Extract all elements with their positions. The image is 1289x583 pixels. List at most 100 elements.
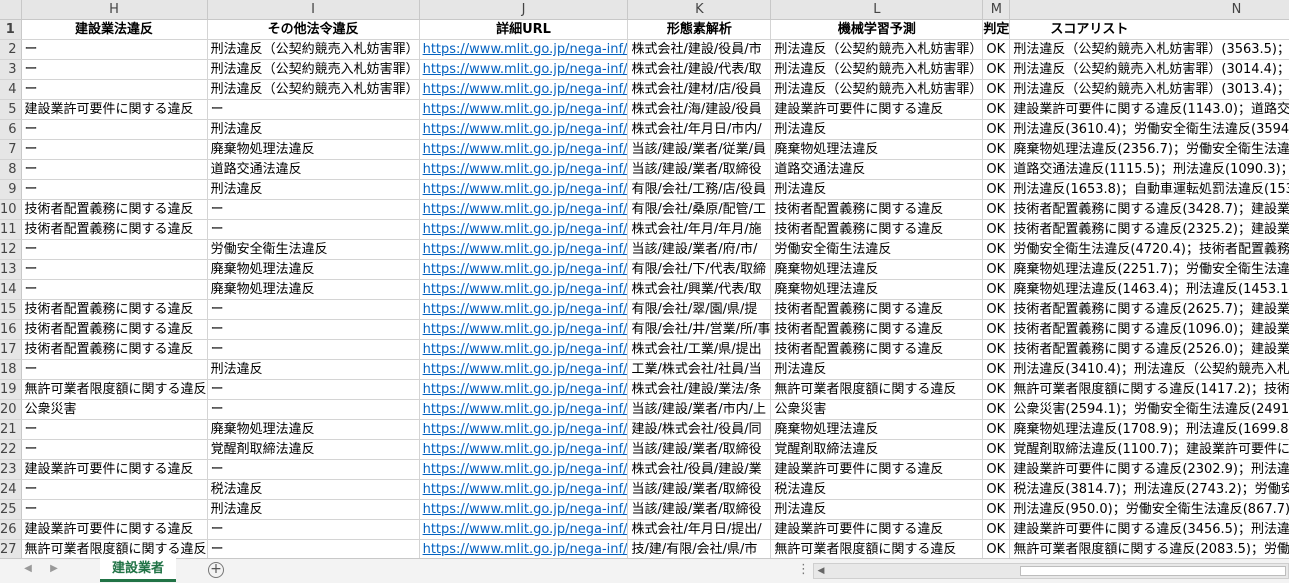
cell[interactable]: 刑法違反（公契約競売入札妨害罪）(3014.4)；刑法違反(2502.5) xyxy=(1009,59,1289,80)
cell[interactable]: 技術者配置義務に関する違反 xyxy=(770,319,984,340)
cell[interactable]: 技術者配置義務に関する違反(3428.7)；建設業許可要件に関する違反 xyxy=(1009,199,1289,220)
cell[interactable]: 税法違反(3814.7)；刑法違反(2743.2)；労働安全衛生法違反(21 xyxy=(1009,479,1289,500)
cell[interactable]: 建設業許可要件に関する違反 xyxy=(21,99,208,120)
cell[interactable]: ー xyxy=(207,199,420,220)
cell[interactable]: 公衆災害 xyxy=(21,399,208,420)
cell[interactable]: 刑法違反（公契約競売入札妨害罪） xyxy=(770,59,984,80)
row-number[interactable]: 6 xyxy=(0,119,22,140)
sheet-tab-active[interactable]: 建設業者 xyxy=(100,558,176,582)
url-cell[interactable]: https://www.mlit.go.jp/nega-inf/ xyxy=(419,219,629,240)
row-number[interactable]: 25 xyxy=(0,499,22,520)
cell[interactable]: 技術者配置義務に関する違反(2526.0)；建設業許可要件に関する違反 xyxy=(1009,339,1289,360)
cell[interactable]: ー xyxy=(21,79,208,100)
row-number[interactable]: 19 xyxy=(0,379,22,400)
cell[interactable]: 廃棄物処理法違反 xyxy=(207,259,420,280)
cell[interactable]: OK xyxy=(982,319,1011,340)
row-number[interactable]: 16 xyxy=(0,319,22,340)
cell[interactable]: 労働安全衛生法違反 xyxy=(207,239,420,260)
row-number[interactable]: 21 xyxy=(0,419,22,440)
cell[interactable]: 有限/会社/井/営業/所/事 xyxy=(627,319,772,340)
cell[interactable]: OK xyxy=(982,279,1011,300)
triangle-right-icon[interactable]: ▶ xyxy=(46,563,62,574)
cell[interactable]: 無許可業者限度額に関する違反(1417.2)；技術者配置義務に関する違反 xyxy=(1009,379,1289,400)
cell[interactable]: 技術者配置義務に関する違反 xyxy=(21,299,208,320)
cell[interactable]: ー xyxy=(21,119,208,140)
cell[interactable]: 建設業許可要件に関する違反 xyxy=(21,459,208,480)
cell[interactable]: 当該/建設/業者/取締役 xyxy=(627,159,772,180)
cell[interactable]: 刑法違反（公契約競売入札妨害罪） xyxy=(207,59,420,80)
row-number[interactable]: 14 xyxy=(0,279,22,300)
url-cell[interactable]: https://www.mlit.go.jp/nega-inf/ xyxy=(419,239,629,260)
cell[interactable]: ー xyxy=(21,419,208,440)
horizontal-scrollbar[interactable]: ◀ xyxy=(813,563,1289,579)
row-number[interactable]: 22 xyxy=(0,439,22,460)
cell[interactable]: 建設業許可要件に関する違反(2302.9)；刑法違反(2203.8)；道路交通法… xyxy=(1009,459,1289,480)
cell[interactable]: 技術者配置義務に関する違反 xyxy=(770,219,984,240)
url-cell[interactable]: https://www.mlit.go.jp/nega-inf/ xyxy=(419,159,629,180)
row-number[interactable]: 23 xyxy=(0,459,22,480)
cell[interactable]: 当該/建設/業者/取締役 xyxy=(627,439,772,460)
column-header-i[interactable]: I xyxy=(207,0,420,20)
url-cell[interactable]: https://www.mlit.go.jp/nega-inf/ xyxy=(419,499,629,520)
cell[interactable]: 技術者配置義務に関する違反(2325.2)；建設業許可要件に関する違反 xyxy=(1009,219,1289,240)
cell[interactable]: 廃棄物処理法違反 xyxy=(770,279,984,300)
cell[interactable]: 無許可業者限度額に関する違反(2083.5)；労働安全衛生法違反 xyxy=(1009,539,1289,558)
cell[interactable]: 工業/株式会社/社員/当 xyxy=(627,359,772,380)
cell[interactable]: 廃棄物処理法違反 xyxy=(207,279,420,300)
cell[interactable]: 当該/建設/業者/府/市/ xyxy=(627,239,772,260)
cell[interactable]: 株式会社/建材/店/役員 xyxy=(627,79,772,100)
row-number[interactable]: 11 xyxy=(0,219,22,240)
url-cell[interactable]: https://www.mlit.go.jp/nega-inf/ xyxy=(419,379,629,400)
cell[interactable]: 刑法違反（公契約競売入札妨害罪） xyxy=(207,39,420,60)
cell[interactable]: ー xyxy=(207,299,420,320)
row-number[interactable]: 20 xyxy=(0,399,22,420)
cell[interactable]: 廃棄物処理法違反(2356.7)；労働安全衛生法違反(2206.4)；刑法違反 xyxy=(1009,139,1289,160)
cell[interactable]: 当該/建設/業者/市内/上 xyxy=(627,399,772,420)
cell[interactable]: ー xyxy=(207,339,420,360)
cell[interactable]: 技術者配置義務に関する違反 xyxy=(770,299,984,320)
cell[interactable]: OK xyxy=(982,59,1011,80)
cell[interactable]: 刑法違反 xyxy=(770,119,984,140)
row-number[interactable]: 26 xyxy=(0,519,22,540)
cell[interactable]: ー xyxy=(21,439,208,460)
url-cell[interactable]: https://www.mlit.go.jp/nega-inf/ xyxy=(419,179,629,200)
cell[interactable]: 廃棄物処理法違反 xyxy=(770,259,984,280)
cell[interactable]: 技術者配置義務に関する違反 xyxy=(21,219,208,240)
url-cell[interactable]: https://www.mlit.go.jp/nega-inf/ xyxy=(419,39,629,60)
cell[interactable]: 刑法違反 xyxy=(770,499,984,520)
cell[interactable]: 技術者配置義務に関する違反 xyxy=(21,339,208,360)
cell[interactable]: 技/建/有限/会社/県/市 xyxy=(627,539,772,558)
cell[interactable]: OK xyxy=(982,439,1011,460)
cell[interactable]: 建設業許可要件に関する違反 xyxy=(770,99,984,120)
cell[interactable]: 覚醒剤取締法違反(1100.7)；建設業許可要件に関する違反(1001 xyxy=(1009,439,1289,460)
scrollbar-thumb[interactable] xyxy=(1020,566,1286,576)
url-cell[interactable]: https://www.mlit.go.jp/nega-inf/ xyxy=(419,199,629,220)
cell[interactable]: ー xyxy=(207,459,420,480)
url-cell[interactable]: https://www.mlit.go.jp/nega-inf/ xyxy=(419,59,629,80)
cell[interactable]: 技術者配置義務に関する違反(1096.0)；建設業許可要件に関する違反 xyxy=(1009,319,1289,340)
cell[interactable]: 刑法違反(3610.4)；労働安全衛生法違反(3594.6)；廃棄物処理法違反 xyxy=(1009,119,1289,140)
cell[interactable]: OK xyxy=(982,219,1011,240)
url-cell[interactable]: https://www.mlit.go.jp/nega-inf/ xyxy=(419,359,629,380)
cell[interactable]: 刑法違反 xyxy=(207,179,420,200)
cell[interactable]: 覚醒剤取締法違反 xyxy=(207,439,420,460)
row-number[interactable]: 1 xyxy=(0,19,22,40)
cell[interactable]: ー xyxy=(21,259,208,280)
cell[interactable]: 技術者配置義務に関する違反 xyxy=(21,319,208,340)
row-number[interactable]: 7 xyxy=(0,139,22,160)
cell[interactable]: ー xyxy=(207,539,420,558)
cell[interactable]: OK xyxy=(982,259,1011,280)
header-cell[interactable]: スコアリスト xyxy=(1009,19,1289,40)
cell[interactable]: 無許可業者限度額に関する違反 xyxy=(21,379,208,400)
cell[interactable]: 廃棄物処理法違反(1463.4)；刑法違反(1453.1)；労働安全衛生法違反 xyxy=(1009,279,1289,300)
cell[interactable]: OK xyxy=(982,139,1011,160)
url-cell[interactable]: https://www.mlit.go.jp/nega-inf/ xyxy=(419,339,629,360)
cell[interactable]: 労働安全衛生法違反 xyxy=(770,239,984,260)
url-cell[interactable]: https://www.mlit.go.jp/nega-inf/ xyxy=(419,279,629,300)
column-header-l[interactable]: L xyxy=(770,0,984,20)
cell[interactable]: 建設業許可要件に関する違反(3456.5)；刑法違反(3090.0)；技術者配置 xyxy=(1009,519,1289,540)
cell[interactable]: ー xyxy=(21,479,208,500)
cell[interactable]: 労働安全衛生法違反(4720.4)；技術者配置義務に関する違反(3 xyxy=(1009,239,1289,260)
cell[interactable]: 当該/建設/業者/取締役 xyxy=(627,479,772,500)
cell[interactable]: OK xyxy=(982,459,1011,480)
